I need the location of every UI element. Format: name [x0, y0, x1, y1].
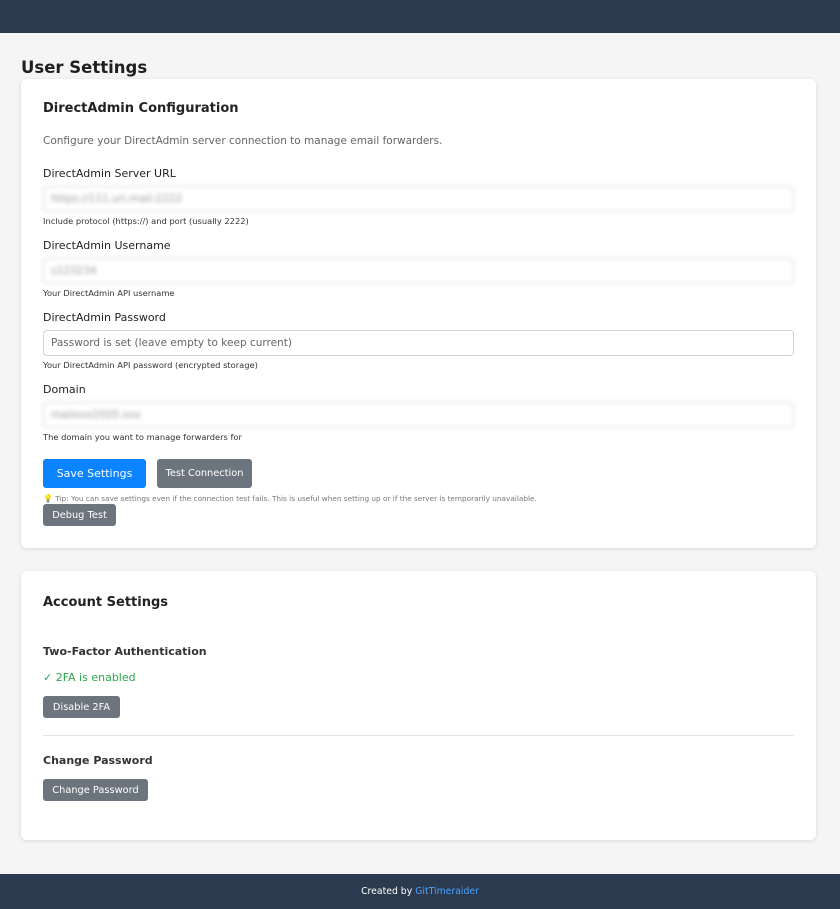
server-url-label: DirectAdmin Server URL	[43, 167, 176, 180]
footer: Created by GitTimeraider	[0, 874, 840, 909]
twofa-label: Two-Factor Authentication	[43, 645, 207, 658]
test-connection-button[interactable]: Test Connection	[157, 459, 252, 488]
twofa-status: ✓ 2FA is enabled	[43, 671, 136, 684]
directadmin-card-title: DirectAdmin Configuration	[43, 101, 239, 116]
section-divider	[43, 735, 794, 736]
password-help: Your DirectAdmin API password (encrypted…	[43, 360, 258, 370]
footer-prefix: Created by	[361, 886, 413, 897]
save-tip: 💡 Tip: You can save settings even if the…	[43, 494, 537, 503]
username-input[interactable]	[43, 258, 794, 284]
server-url-help: Include protocol (https://) and port (us…	[43, 216, 249, 226]
domain-label: Domain	[43, 383, 86, 396]
change-password-label: Change Password	[43, 754, 153, 767]
account-card-title: Account Settings	[43, 595, 169, 610]
directadmin-description: Configure your DirectAdmin server connec…	[43, 135, 443, 147]
username-help: Your DirectAdmin API username	[43, 288, 175, 298]
server-url-input[interactable]	[43, 186, 794, 212]
top-navbar	[0, 0, 840, 33]
save-settings-button[interactable]: Save Settings	[43, 459, 146, 488]
username-label: DirectAdmin Username	[43, 239, 171, 252]
debug-test-button[interactable]: Debug Test	[43, 504, 116, 526]
change-password-button[interactable]: Change Password	[43, 779, 148, 801]
password-label: DirectAdmin Password	[43, 311, 166, 324]
lightbulb-icon: 💡	[43, 494, 53, 503]
account-settings-card: Account Settings Two-Factor Authenticati…	[21, 571, 816, 840]
directadmin-config-card: DirectAdmin Configuration Configure your…	[21, 79, 816, 548]
domain-help: The domain you want to manage forwarders…	[43, 432, 242, 442]
footer-author-link[interactable]: GitTimeraider	[415, 886, 479, 897]
page-title: User Settings	[21, 58, 148, 77]
password-input[interactable]	[43, 330, 794, 356]
save-tip-text: Tip: You can save settings even if the c…	[55, 494, 537, 503]
disable-2fa-button[interactable]: Disable 2FA	[43, 696, 120, 718]
domain-input[interactable]	[43, 402, 794, 428]
